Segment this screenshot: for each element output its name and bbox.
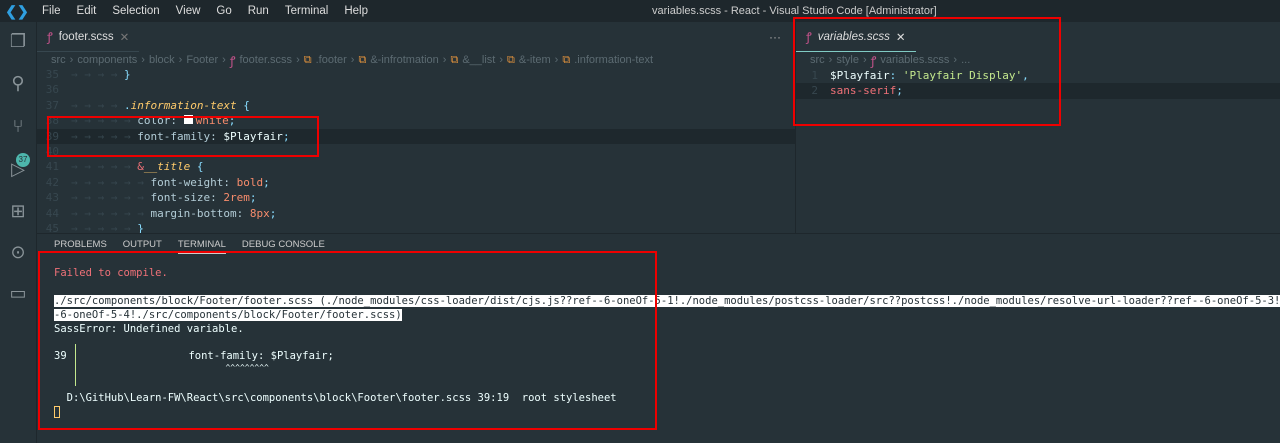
code-line: 37 → → → → .information-text { (37, 98, 795, 113)
run-debug-icon[interactable]: ▷ (7, 158, 29, 180)
chevron-right-icon: › (442, 54, 447, 66)
breadcrumb-item[interactable]: &-infrotmation (370, 54, 438, 66)
extensions-icon[interactable]: ⊞ (7, 200, 29, 222)
chevron-right-icon: › (554, 54, 559, 66)
symbol-icon: ⧉ (450, 53, 459, 66)
indent-guides: → → → → → → (71, 206, 151, 220)
symbol-icon: ⧉ (303, 53, 312, 66)
sass-file-icon: ꝭ (47, 30, 53, 44)
chevron-right-icon: › (350, 54, 355, 66)
more-actions-icon[interactable]: ··· (769, 30, 781, 44)
indent-guides: → → → → (71, 68, 124, 81)
code-token: font-size: (150, 191, 224, 205)
code-token: bold (236, 175, 264, 189)
line-number: 41 (45, 160, 59, 174)
title-bar: ❮❯ File Edit Selection View Go Run Terminal Hel… (0, 0, 1280, 22)
menu-run[interactable]: Run (240, 5, 277, 17)
window-title: variables.scss - React - Visual Studio C… (652, 5, 937, 17)
line-number: 36 (45, 83, 59, 97)
vscode-logo-icon: ❮❯ (5, 2, 29, 19)
symbol-icon: ⧉ (507, 53, 515, 66)
breadcrumb-item[interactable]: &__list (462, 54, 495, 66)
code-token: margin-bottom: (150, 206, 250, 220)
code-line: 41 → → → → → &__title { (37, 159, 795, 174)
line-number: 35 (45, 68, 59, 81)
breadcrumb-item[interactable]: .footer (316, 54, 347, 66)
highlight-box (47, 116, 319, 157)
activity-bar: ❐ ⚲ ⑂ 37 ▷ ⊞ ⊙ ▭ (0, 22, 37, 443)
breadcrumb-item[interactable]: &-item (519, 54, 551, 66)
code-token: { (236, 98, 250, 112)
line-number: 42 (45, 175, 59, 189)
chevron-right-icon: › (69, 54, 74, 66)
code-line: 42 → → → → → → font-weight: bold; (37, 175, 795, 190)
code-line: 35 → → → → } (37, 67, 795, 82)
indent-guides: → → → → → → (71, 191, 151, 205)
close-icon[interactable]: ✕ (120, 30, 130, 44)
code-token: ; (263, 175, 270, 189)
breadcrumb-item[interactable]: footer.scss (239, 54, 292, 66)
menu-edit[interactable]: Edit (69, 5, 105, 17)
menu-go[interactable]: Go (208, 5, 239, 17)
explorer-icon[interactable]: ❐ (7, 30, 29, 52)
source-control-icon[interactable]: ⑂ (7, 115, 29, 137)
breadcrumb-item[interactable]: block (149, 54, 175, 66)
folder-icon[interactable]: ▭ (7, 282, 29, 304)
git-graph-icon[interactable]: ⊙ (7, 241, 29, 263)
line-number: 37 (45, 98, 59, 112)
menu-view[interactable]: View (168, 5, 209, 17)
code-token: ; (269, 206, 277, 220)
chevron-right-icon: › (499, 54, 504, 66)
indent-guides: → → → → → (71, 160, 138, 174)
search-icon[interactable]: ⚲ (7, 72, 29, 94)
chevron-right-icon: › (178, 54, 183, 66)
code-token: font-weight: (150, 175, 237, 189)
code-line: 36 (37, 82, 795, 97)
menu-file[interactable]: File (34, 5, 69, 17)
breadcrumb: src › components › block › Footer › ꝭ footer.scss… (37, 52, 795, 68)
breadcrumb-item[interactable]: Footer (186, 54, 218, 66)
code-token: 2rem (223, 191, 250, 205)
highlight-box (38, 251, 657, 430)
menu-selection[interactable]: Selection (104, 5, 167, 17)
breadcrumb-item[interactable]: .information-text (574, 54, 653, 66)
sass-file-icon: ꝭ (229, 53, 236, 68)
chevron-right-icon: › (222, 54, 226, 66)
highlight-box (793, 17, 1061, 126)
symbol-icon: ⧉ (358, 53, 367, 66)
breadcrumb-item[interactable]: src (51, 54, 66, 66)
indent-guides: → → → → (71, 98, 124, 112)
tab-label: footer.scss (58, 30, 114, 43)
code-token: information-text (130, 98, 237, 112)
code-token: . (123, 98, 131, 112)
symbol-icon: ⧉ (562, 53, 571, 66)
code-line: 44 → → → → → → margin-bottom: 8px; (37, 206, 795, 221)
menu-terminal[interactable]: Terminal (277, 5, 336, 17)
code-token: __title (143, 160, 191, 174)
menu-help[interactable]: Help (336, 5, 376, 17)
code-token: & (137, 160, 144, 174)
breadcrumb-item[interactable]: components (77, 54, 137, 66)
code-line: 43 → → → → → → font-size: 2rem; (37, 190, 795, 205)
chevron-right-icon: › (296, 54, 300, 66)
code-token: } (123, 68, 131, 81)
chevron-right-icon: › (141, 54, 145, 66)
code-token: 8px (249, 206, 270, 220)
code-token: { (190, 160, 204, 174)
tab-footer-scss[interactable]: ꝭ footer.scss ✕ (37, 22, 140, 52)
indent-guides: → → → → → → (71, 175, 151, 189)
code-token: ; (249, 191, 257, 205)
line-number: 43 (45, 191, 59, 205)
line-number: 44 (45, 206, 59, 220)
